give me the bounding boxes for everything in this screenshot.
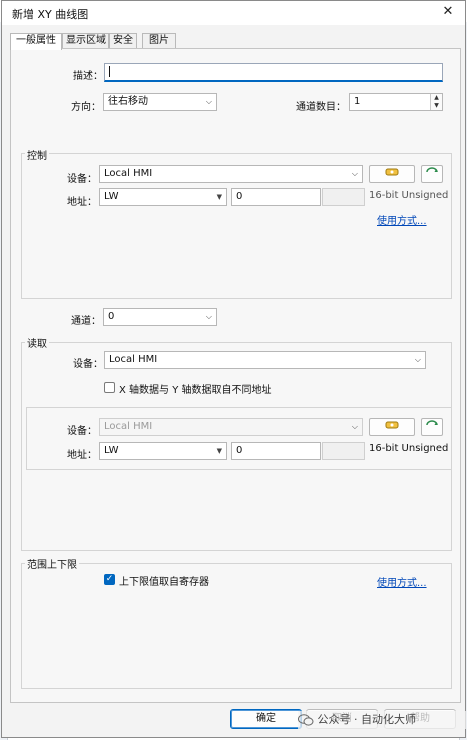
read-sub-address-extra [322,442,365,460]
sub-device-refresh-button[interactable] [421,418,443,436]
read-device-label: 设备： [73,359,103,370]
control-address-label: 地址： [67,197,97,208]
wechat-icon [298,714,314,726]
device-link-icon [426,167,438,173]
device-settings-button[interactable] [369,165,415,183]
limits-group-title: 范围上下限 [25,556,79,571]
read-sub-address-type-select[interactable]: LW ▼ [99,442,227,460]
channel-label: 通道： [71,316,101,327]
watermark-text: 公众号 · 自动化大师 [317,713,417,726]
control-usage-link[interactable]: 使用方式... [377,212,427,227]
sub-device-settings-button[interactable] [369,418,415,436]
ok-button[interactable]: 确定 [230,709,302,729]
description-input[interactable] [104,63,443,82]
tab-panel-general: 描述： 方向： 往右移动 ⌵ 通道数目： 1 ▲ ▼ 控制 设备： Local … [10,48,461,703]
control-device-select[interactable]: Local HMI ⌵ [99,165,363,183]
chevron-down-icon: ⌵ [351,169,358,178]
channel-count-input[interactable]: 1 ▲ ▼ [349,93,443,111]
spin-up-icon[interactable]: ▲ [431,94,442,102]
read-sub-address-label: 地址： [67,450,97,461]
control-device-label: 设备： [67,174,97,185]
channel-count-label: 通道数目： [296,102,346,113]
device-settings-icon [385,168,399,176]
caret-down-icon: ▼ [216,447,222,455]
limits-from-register-checkbox[interactable]: ✓ [104,574,115,585]
device-refresh-button[interactable] [421,165,443,183]
dialog-title: 新增 XY 曲线图 [12,8,89,21]
read-sub-data-type: 16-bit Unsigned [369,443,449,454]
chevron-down-icon: ⌵ [414,355,421,364]
control-address-type-select[interactable]: LW ▼ [99,188,227,206]
close-icon[interactable]: ✕ [438,3,458,21]
xy-chart-dialog: 新增 XY 曲线图 ✕ 一般属性 显示区域 安全 图片 描述： 方向： 往右移动… [1,0,466,738]
title-bar: 新增 XY 曲线图 ✕ [2,1,465,25]
read-device-select[interactable]: Local HMI ⌵ [104,351,426,369]
different-address-label: X 轴数据与 Y 轴数据取自不同地址 [119,385,272,396]
spin-down-icon[interactable]: ▼ [431,102,442,110]
control-group-title: 控制 [25,147,49,162]
different-address-checkbox[interactable] [104,382,115,393]
device-settings-icon [385,421,399,429]
chevron-down-icon: ⌵ [205,312,212,321]
read-sub-address-input[interactable]: 0 [231,442,321,460]
device-link-icon [426,420,438,426]
tab-image[interactable]: 图片 [142,33,176,49]
control-address-extra [322,188,365,206]
limits-usage-link[interactable]: 使用方式... [377,574,427,589]
control-address-input[interactable]: 0 [231,188,321,206]
chevron-down-icon: ⌵ [205,97,212,106]
limits-from-register-label: 上下限值取自寄存器 [119,577,209,588]
direction-select[interactable]: 往右移动 ⌵ [103,93,217,111]
chevron-down-icon: ⌵ [351,422,358,431]
control-data-type: 16-bit Unsigned [369,190,449,201]
direction-label: 方向： [71,102,101,113]
tab-security[interactable]: 安全 [109,33,137,49]
caret-down-icon: ▼ [216,193,222,201]
description-label: 描述： [73,71,103,82]
watermark: 公众号 · 自动化大师 [298,711,466,729]
channel-count-spinner[interactable]: ▲ ▼ [430,94,442,110]
read-sub-device-select[interactable]: Local HMI ⌵ [99,418,363,436]
channel-select[interactable]: 0 ⌵ [103,308,217,326]
read-sub-device-label: 设备： [67,426,97,437]
read-group-title: 读取 [25,335,49,350]
tab-display-area[interactable]: 显示区域 [62,33,109,49]
tab-general[interactable]: 一般属性 [10,33,62,50]
